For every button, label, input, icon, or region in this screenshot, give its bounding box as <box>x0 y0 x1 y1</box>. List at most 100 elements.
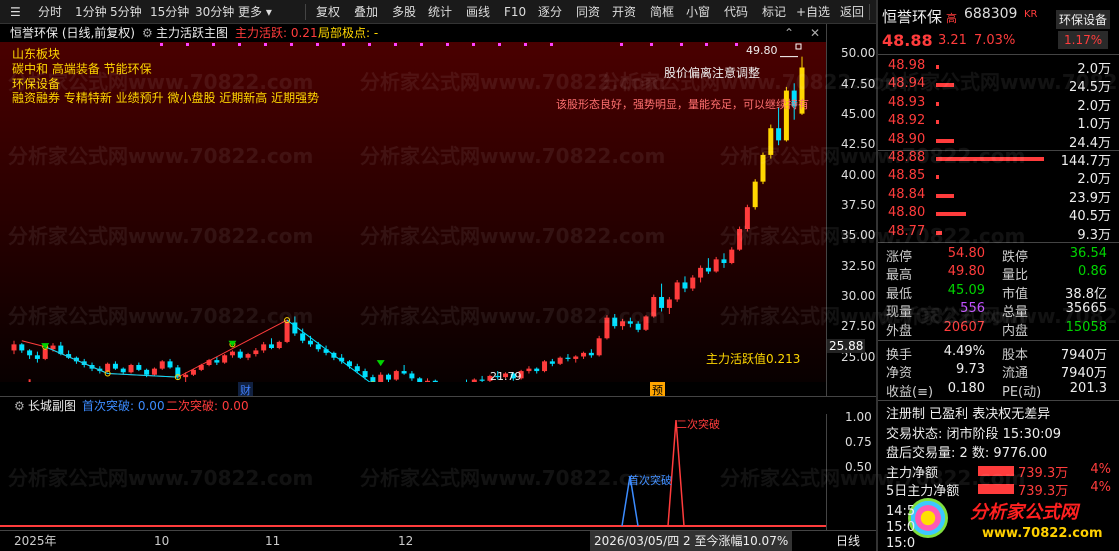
collapse-icon[interactable]: ⌃ <box>784 24 794 42</box>
second-break-value: 二次突破: 0.00 <box>166 399 249 413</box>
stat-label: 收益(≡) <box>886 384 934 400</box>
candle-body <box>698 267 704 278</box>
toolbar-item-0[interactable]: 分时 <box>38 3 62 21</box>
candle-body <box>136 365 142 370</box>
divider <box>878 340 1119 341</box>
top-dot <box>550 43 553 46</box>
toolbar-item-9[interactable]: 统计 <box>428 3 452 21</box>
first-break-label: 首次突破 <box>628 474 672 487</box>
sub-title[interactable]: 长城副图 <box>28 397 76 415</box>
candle-body <box>42 349 48 359</box>
toolbar-item-10[interactable]: 画线 <box>466 3 490 21</box>
high-label: 49.80 <box>746 44 778 57</box>
sub-chart[interactable]: 首次突破 二次突破 <box>0 414 826 530</box>
top-dot <box>620 43 623 46</box>
candle-body <box>409 373 415 379</box>
sub-axis: 1.00 0.75 0.50 <box>826 410 876 530</box>
toolbar-item-7[interactable]: 叠加 <box>354 3 378 21</box>
flow-label: 5日主力净额 <box>886 484 960 499</box>
toolbar-item-4[interactable]: 30分钟 <box>195 3 234 21</box>
y-tick: 35.00 <box>841 228 876 243</box>
ratio-badge: 1.17% <box>1058 31 1109 49</box>
candle-body <box>253 350 259 355</box>
toolbar-item-8[interactable]: 多股 <box>392 3 416 21</box>
indicator-name[interactable]: 主力活跃主图 <box>156 24 228 42</box>
stat-label: 量比 <box>1002 268 1029 284</box>
quote-flag: 高 <box>946 12 957 25</box>
period-label[interactable]: 日线 <box>836 531 860 551</box>
candle-body <box>27 350 33 356</box>
candle-body <box>393 371 399 380</box>
top-dot <box>498 43 501 46</box>
toolbar-item-14[interactable]: 开资 <box>612 3 636 21</box>
activity-label: 主力活跃值0.213 <box>706 352 801 366</box>
book-price: 48.94 <box>888 76 926 92</box>
stat-value: 38.8亿 <box>1065 286 1107 302</box>
toolbar-item-15[interactable]: 简框 <box>650 3 674 21</box>
candle-body <box>151 368 157 375</box>
flow-pct: 4% <box>1090 462 1111 477</box>
arrow-down-icon <box>376 360 385 367</box>
candle-body <box>307 340 313 345</box>
toolbar-item-17[interactable]: 代码 <box>724 3 748 21</box>
y-tick: 32.50 <box>841 258 876 273</box>
book-price: 48.77 <box>888 223 926 239</box>
stat-label: 流通 <box>1002 366 1029 382</box>
quote-name: 恒誉环保 <box>882 8 943 26</box>
top-dot <box>212 43 215 46</box>
book-price: 48.88 <box>888 150 926 165</box>
candle-body <box>11 344 17 351</box>
candle-body <box>674 282 680 300</box>
toolbar-item-6[interactable]: 复权 <box>316 3 340 21</box>
registration-info: 注册制 已盈利 表决权无差异 <box>886 407 1051 422</box>
toolbar-item-1[interactable]: 1分钟 <box>75 3 107 21</box>
candle-body <box>588 352 594 356</box>
quote-price: 48.88 <box>882 31 933 50</box>
logo-url: www.70822.com <box>982 526 1103 541</box>
book-price: 48.85 <box>888 168 926 184</box>
board-line-0: 山东板块 <box>12 47 61 61</box>
toolbar-item-16[interactable]: 小窗 <box>686 3 710 21</box>
stat-value: 4.49% <box>943 344 985 359</box>
gear-icon[interactable]: ⚙ <box>142 24 153 42</box>
top-dot <box>394 43 397 46</box>
toolbar-item-3[interactable]: 15分钟 <box>150 3 189 21</box>
candle-body <box>744 207 750 229</box>
board-line-3: 融资融券 专精特新 业绩预升 微小盘股 近期新高 近期强势 <box>12 91 320 105</box>
sector-tag[interactable]: 环保设备 <box>1056 10 1111 29</box>
book-volume: 2.0万 <box>1077 62 1111 77</box>
close-icon[interactable]: ✕ <box>810 24 820 42</box>
stat-value: 201.3 <box>1069 380 1107 396</box>
stock-title[interactable]: 恒誉环保 (日线,前复权) <box>10 24 135 42</box>
candle-body <box>268 344 274 348</box>
divider <box>878 54 1119 55</box>
toolbar-item-19[interactable]: +自选 <box>796 3 830 21</box>
gear-icon[interactable]: ⚙ <box>14 397 25 415</box>
quote-code: 688309 <box>964 6 1018 22</box>
candle-body <box>768 128 774 155</box>
main-chart[interactable]: 山东板块 碳中和 高端装备 节能环保 环保设备 融资融券 专精特新 业绩预升 微… <box>0 42 826 383</box>
dropdown-icon[interactable]: ☰ <box>10 3 21 21</box>
toolbar-item-12[interactable]: 逐分 <box>538 3 562 21</box>
toolbar-item-13[interactable]: 同资 <box>576 3 600 21</box>
volume-bar <box>936 83 955 88</box>
book-price: 48.80 <box>888 205 926 221</box>
toolbar-item-18[interactable]: 标记 <box>762 3 786 21</box>
candle-body <box>534 368 540 372</box>
toolbar-item-20[interactable]: 返回 <box>840 3 864 21</box>
toolbar-separator <box>869 4 870 20</box>
top-dot <box>650 43 653 46</box>
tick-time: 15:0 <box>886 520 916 535</box>
y-tick: 47.50 <box>841 76 876 91</box>
divider <box>878 400 1119 401</box>
toolbar-item-2[interactable]: 5分钟 <box>110 3 142 21</box>
quote-change: 3.21 <box>938 33 967 48</box>
candle-body <box>549 361 555 364</box>
candle-body <box>237 351 243 358</box>
top-dot <box>290 43 293 46</box>
top-dot <box>680 43 683 46</box>
toolbar-item-5[interactable]: 更多 ▾ <box>238 3 272 21</box>
toolbar-item-11[interactable]: F10 <box>504 3 526 21</box>
y-tick: 45.00 <box>841 106 876 121</box>
active-value: 主力活跃: 0.21 <box>235 26 318 40</box>
